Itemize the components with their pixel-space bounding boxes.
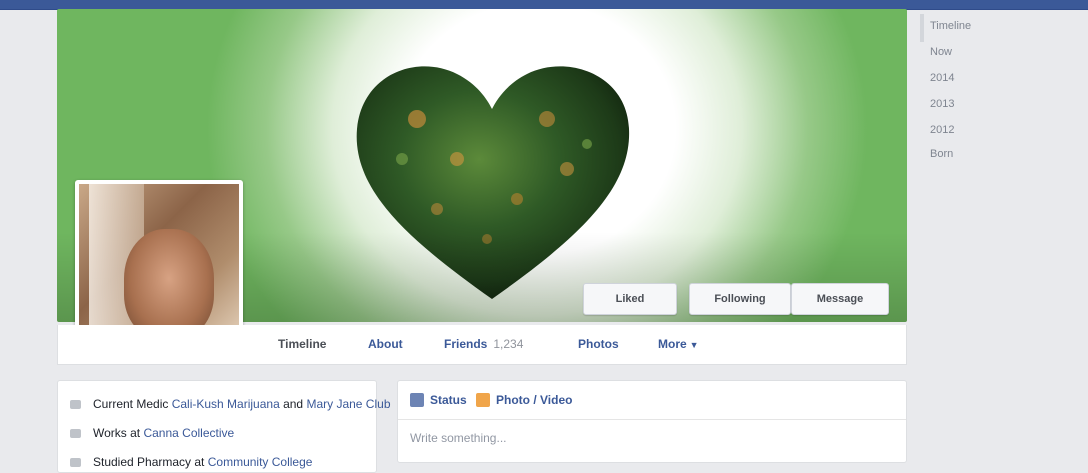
about-row-text: Works at [93,426,144,440]
graduation-cap-icon [70,458,81,468]
status-pencil-icon [410,393,424,407]
briefcase-icon [70,400,81,410]
tab-about[interactable]: About [368,337,403,351]
tab-friends[interactable]: Friends 1,234 [444,337,523,351]
tab-photos[interactable]: Photos [578,337,619,351]
tab-more-label: More [658,337,687,351]
tab-more[interactable]: More ▼ [658,337,699,351]
post-composer: Status Photo / Video Write something... [397,380,907,463]
composer-text-input[interactable]: Write something... [410,431,506,445]
friends-count: 1,234 [493,337,524,351]
about-row-text: Current Medic [93,397,169,411]
scrubber-item[interactable]: 2013 [930,98,954,110]
tab-timeline[interactable]: Timeline [278,337,326,351]
composer-divider [398,419,906,420]
about-row-education: Studied Pharmacy at Community College [70,455,312,469]
profile-picture-face [124,229,214,339]
about-connector: and [279,397,307,411]
timeline-scrubber-indicator [920,14,924,42]
following-button[interactable]: Following [689,283,791,315]
profile-tab-bar: Timeline About Friends 1,234 Photos More ▼ [57,325,907,365]
tab-about-label: About [368,337,403,351]
scrubber-item[interactable]: 2012 [930,124,954,136]
tab-friends-label: Friends [444,337,488,351]
tab-timeline-label: Timeline [278,337,327,351]
liked-button[interactable]: Liked [583,283,677,315]
scrubber-item[interactable]: Timeline [930,20,971,32]
scrubber-item[interactable]: 2014 [930,72,954,84]
about-row-work: Works at Canna Collective [70,426,234,440]
about-intro-card: Current Medic Cali-Kush Marijuana and Ma… [57,380,391,473]
composer-status-tab[interactable]: Status [410,393,467,407]
about-link[interactable]: Canna Collective [143,426,234,440]
about-row-text: Studied Pharmacy at [93,455,208,469]
scrubber-item[interactable]: Now [930,46,952,58]
composer-photo-tab[interactable]: Photo / Video [476,393,572,407]
tab-photos-label: Photos [578,337,619,351]
profile-picture[interactable] [75,180,243,348]
about-link-secondary[interactable]: Mary Jane Club [306,397,390,411]
composer-photo-label: Photo / Video [496,393,573,407]
message-button[interactable]: Message [791,283,889,315]
about-link[interactable]: Community College [208,455,313,469]
camera-icon [476,393,490,407]
about-row-current: Current Medic Cali-Kush Marijuana and Ma… [70,397,391,411]
chevron-down-icon: ▼ [689,340,699,350]
composer-status-label: Status [430,393,467,407]
about-link[interactable]: Cali-Kush Marijuana [172,397,280,411]
scrubber-item[interactable]: Born [930,148,953,160]
work-icon [70,429,81,439]
